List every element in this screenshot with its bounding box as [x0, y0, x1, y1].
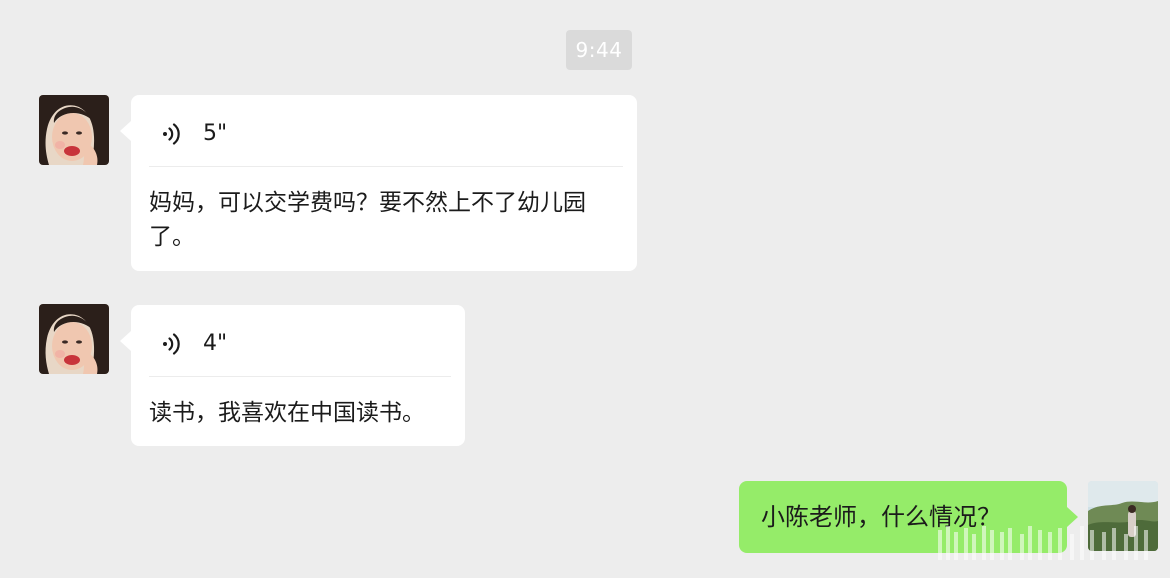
- voice-transcript: 读书，我喜欢在中国读书。: [149, 400, 425, 426]
- voice-duration: 4": [203, 331, 228, 356]
- voice-wave-icon: [163, 333, 180, 355]
- avatar-girl-image: [39, 304, 109, 374]
- watermark: [938, 526, 1148, 560]
- voice-duration: 5": [203, 121, 228, 146]
- contact-avatar[interactable]: [39, 304, 109, 374]
- voice-message-bubble[interactable]: 5" 妈妈，可以交学费吗？要不然上不了幼儿园了。: [120, 95, 637, 271]
- contact-avatar[interactable]: [39, 95, 109, 165]
- transcript-divider: [149, 166, 623, 167]
- voice-play-row[interactable]: 5": [159, 119, 227, 149]
- voice-wave-icon: [163, 123, 180, 145]
- transcript-divider: [149, 376, 451, 377]
- avatar-girl-image: [39, 95, 109, 165]
- voice-transcript: 妈妈，可以交学费吗？要不然上不了幼儿园了。: [149, 190, 586, 250]
- voice-play-row[interactable]: 4": [159, 329, 227, 359]
- timestamp: 9:44: [566, 30, 632, 70]
- voice-message-bubble[interactable]: 4" 读书，我喜欢在中国读书。: [120, 305, 465, 446]
